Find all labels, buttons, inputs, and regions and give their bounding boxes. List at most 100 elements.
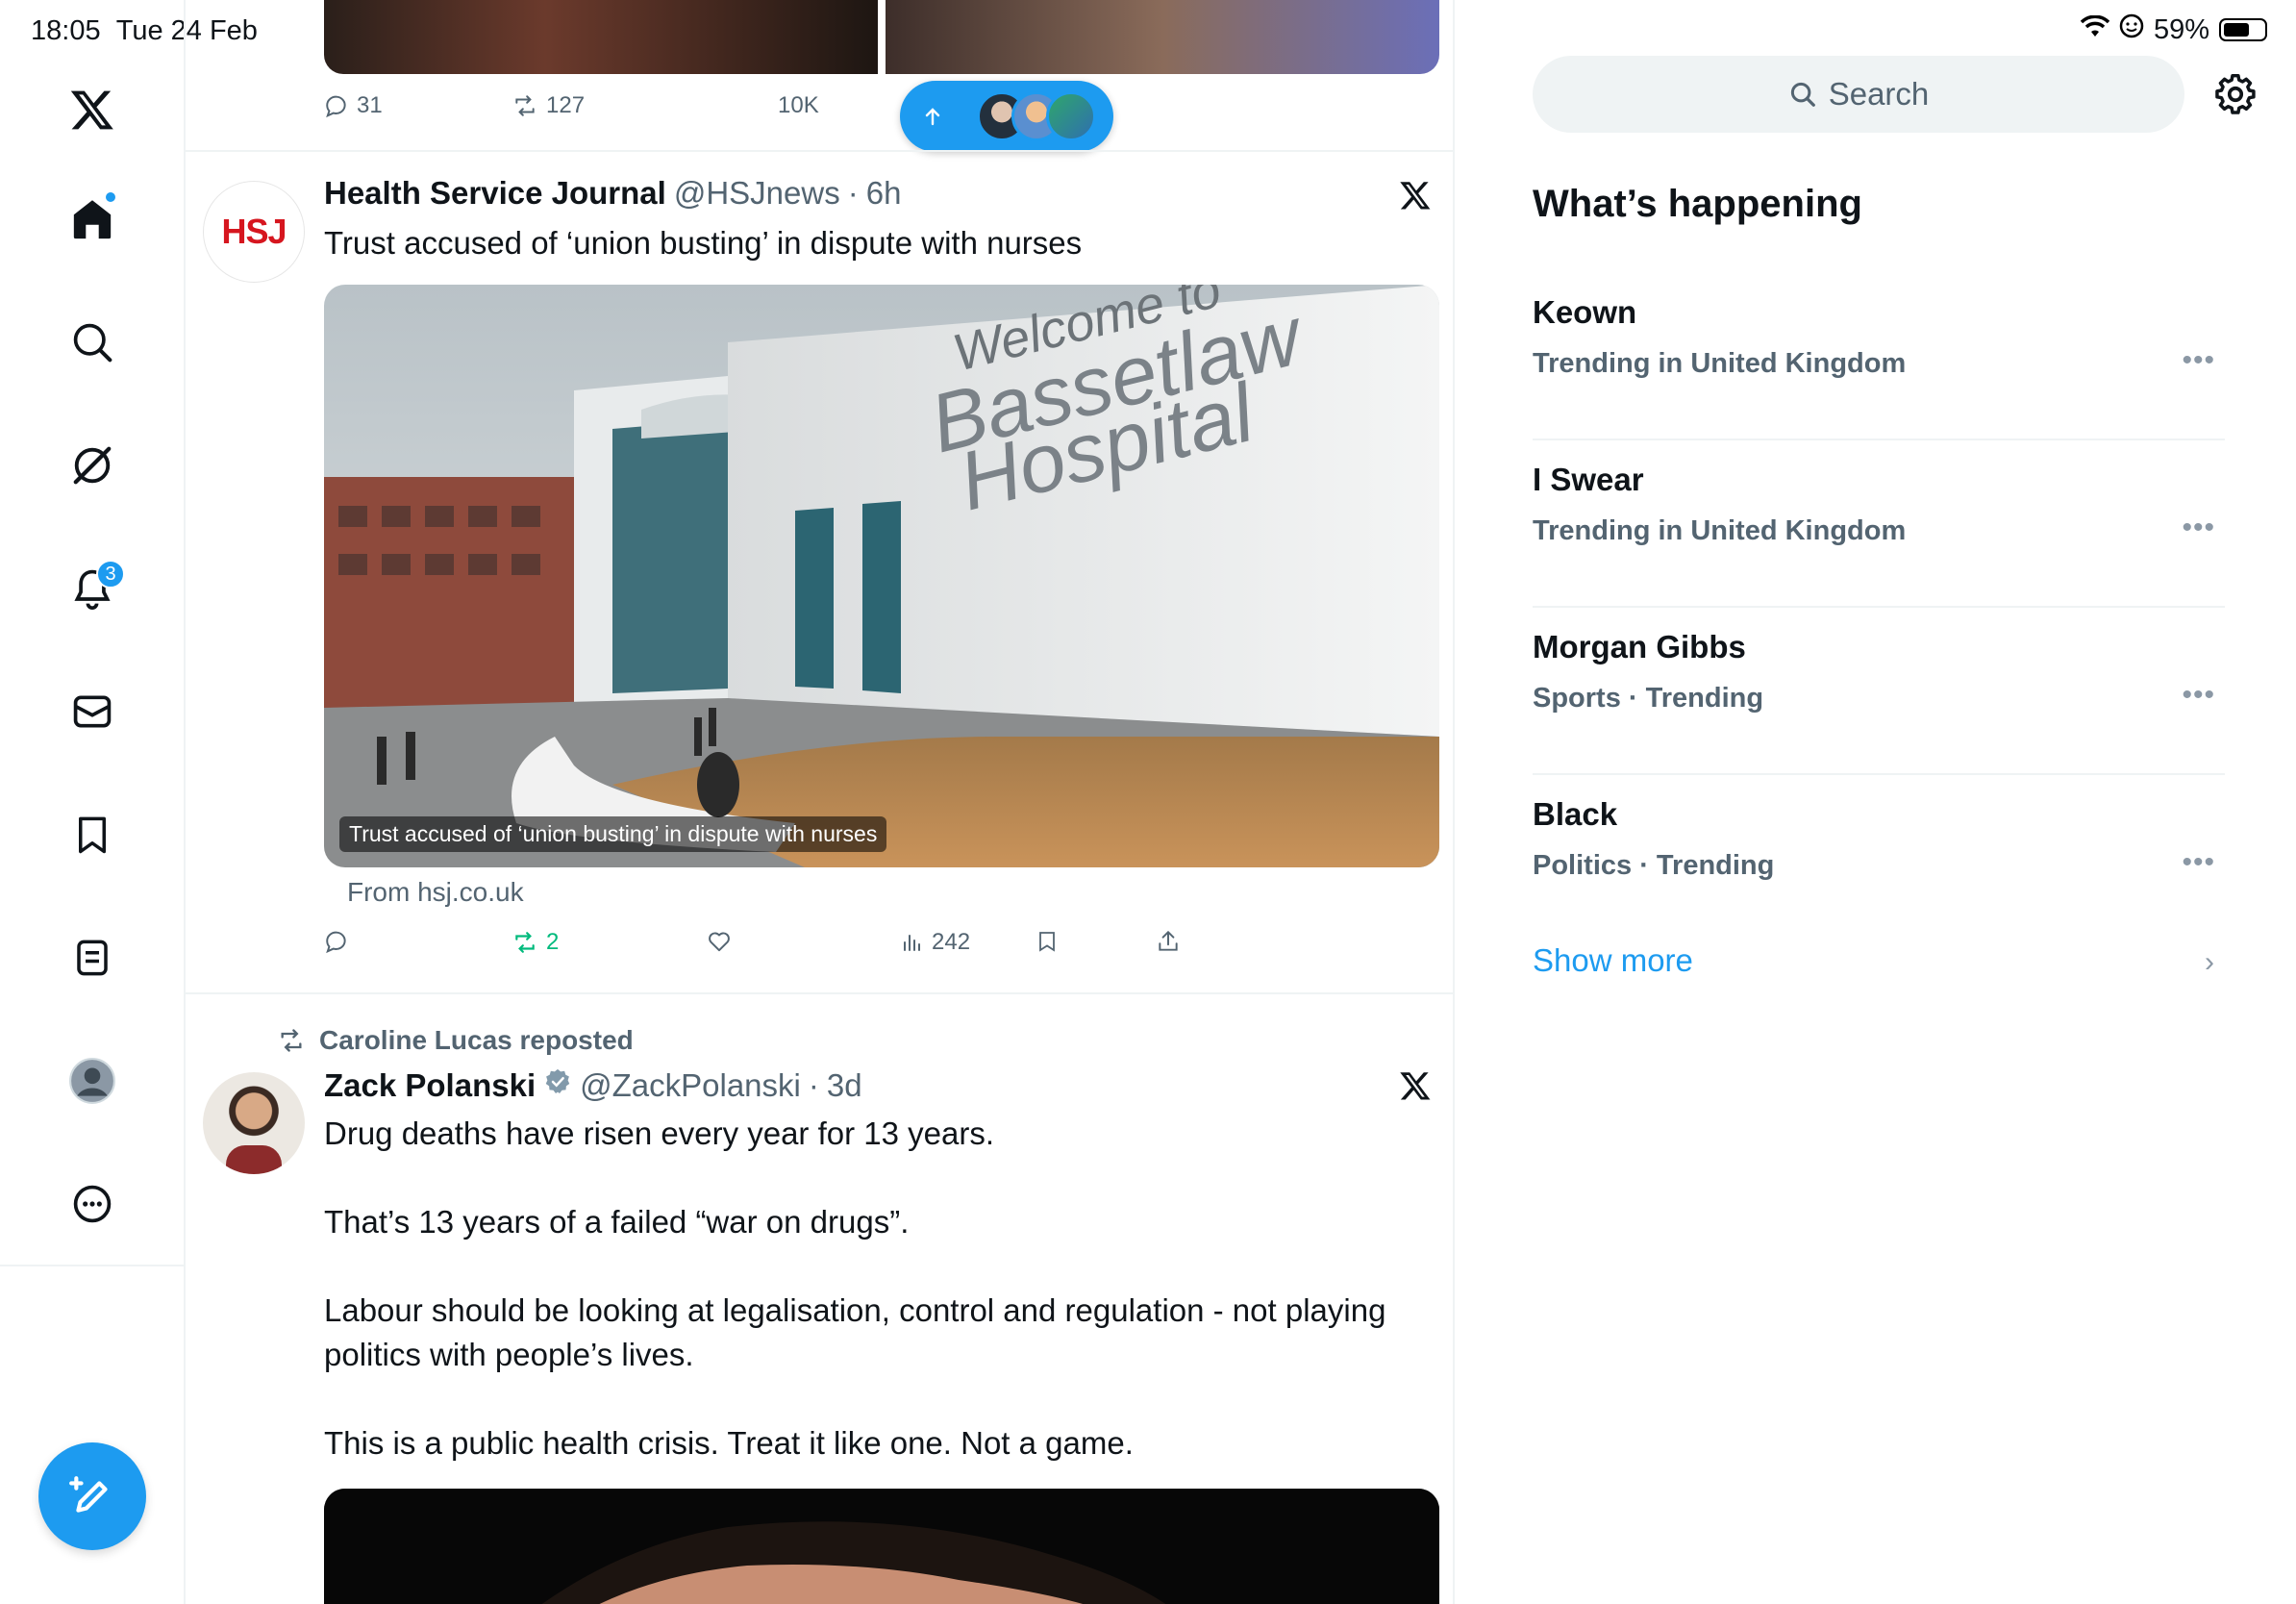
search-placeholder: Search — [1828, 76, 1930, 112]
repost-context[interactable]: Caroline Lucas reposted — [277, 1025, 634, 1056]
search-icon — [73, 323, 112, 363]
sidebar-item-lists[interactable] — [50, 915, 135, 1000]
tweet-text: Trust accused of ‘union busting’ in disp… — [324, 225, 1083, 261]
sidebar-item-profile[interactable] — [50, 1039, 135, 1123]
repost-count: 2 — [546, 929, 560, 955]
search-icon — [1790, 82, 1815, 107]
tweet-time[interactable]: 6h — [866, 175, 902, 212]
new-post-avatar — [1046, 91, 1096, 141]
show-more-link[interactable]: Show more — [1533, 942, 1693, 979]
card-image: Welcome to Bassetlaw Hospital — [324, 285, 1439, 867]
media-image — [324, 1489, 1439, 1604]
heart-icon — [709, 932, 730, 952]
avatar[interactable] — [203, 1072, 305, 1174]
tweet-header: Zack Polanski @ZackPolanski · 3d — [324, 1067, 862, 1104]
right-sidebar: Search What’s happening Keown Trending i… — [1455, 0, 2296, 1604]
more-icon[interactable]: ••• — [2182, 679, 2215, 712]
bookmark-button[interactable] — [1036, 929, 1059, 954]
reply-button[interactable] — [324, 929, 357, 954]
repost-button[interactable]: 2 — [512, 929, 559, 956]
tweet-divider — [186, 150, 1453, 152]
sidebar-item-more[interactable] — [50, 1162, 135, 1246]
lists-icon — [77, 940, 108, 976]
profile-avatar-icon — [69, 1058, 115, 1104]
reposted-by: Caroline Lucas reposted — [319, 1025, 634, 1055]
search-input[interactable]: Search — [1533, 56, 2184, 133]
x-grok-icon[interactable] — [1399, 179, 1432, 216]
new-posts-pill[interactable] — [900, 81, 1113, 152]
media-image[interactable] — [324, 0, 878, 74]
hsj-logo: HSJ — [221, 212, 287, 251]
trend-item[interactable]: Morgan Gibbs Sports · Trending ••• — [1533, 608, 2225, 775]
author-handle[interactable]: @HSJnews — [674, 175, 840, 212]
share-icon — [1159, 930, 1178, 951]
views-icon — [904, 935, 920, 951]
reply-button[interactable]: 31 — [324, 92, 383, 119]
like-button[interactable] — [707, 929, 739, 954]
repost-button[interactable]: 127 — [512, 92, 585, 119]
tweet-paragraph: This is a public health crisis. Treat it… — [324, 1425, 1134, 1461]
views-count: 242 — [932, 929, 971, 955]
sidebar-nav: 3 — [0, 0, 186, 1604]
compose-icon — [69, 1476, 108, 1513]
tweet-header: Health Service Journal @HSJnews · 6h — [324, 175, 901, 212]
sidebar-item-home[interactable] — [50, 177, 135, 262]
chevron-right-icon[interactable]: › — [2205, 946, 2214, 979]
trend-name: Morgan Gibbs — [1533, 629, 1746, 664]
section-title: What’s happening — [1533, 183, 1862, 225]
repost-icon — [281, 1029, 302, 1052]
tweet-photo[interactable] — [324, 1489, 1439, 1604]
trend-name: I Swear — [1533, 462, 1644, 497]
avatar[interactable]: HSJ — [203, 181, 305, 283]
x-grok-icon[interactable] — [1399, 1069, 1432, 1107]
tweet-divider — [186, 992, 1453, 994]
trend-name: Black — [1533, 796, 1618, 832]
more-icon[interactable]: ••• — [2182, 344, 2215, 377]
media-image[interactable] — [886, 0, 1439, 74]
card-caption: Trust accused of ‘union busting’ in disp… — [339, 816, 887, 852]
sidebar-item-messages[interactable] — [50, 669, 135, 754]
grok-icon — [73, 446, 112, 485]
rail-divider — [0, 1265, 186, 1266]
author-name[interactable]: Zack Polanski — [324, 1067, 536, 1104]
views-button[interactable]: 10K — [778, 92, 819, 119]
gear-icon — [2215, 73, 2256, 114]
notifications-badge: 3 — [96, 560, 125, 589]
share-button[interactable] — [1156, 929, 1181, 954]
link-card[interactable]: Welcome to Bassetlaw Hospital Trust accu… — [324, 285, 1439, 867]
previous-tweet-media[interactable] — [324, 0, 1439, 74]
repost-icon — [515, 932, 535, 953]
separator-dot: · — [847, 175, 859, 211]
sidebar-item-grok[interactable] — [50, 423, 135, 508]
tweet-actions: 2 242 — [324, 929, 1285, 967]
trend-context: Trending in United Kingdom — [1533, 348, 1907, 379]
sidebar-item-notifications[interactable]: 3 — [50, 546, 135, 631]
x-logo-icon[interactable] — [50, 67, 135, 152]
trend-item[interactable]: I Swear Trending in United Kingdom ••• — [1533, 440, 2225, 608]
trend-item[interactable]: Keown Trending in United Kingdom ••• — [1533, 273, 2225, 440]
author-name[interactable]: Health Service Journal — [324, 175, 666, 212]
more-icon[interactable]: ••• — [2182, 846, 2215, 879]
previous-tweet-actions: 31 127 10K — [324, 92, 1285, 131]
views-button[interactable]: 242 — [901, 929, 970, 956]
sidebar-item-explore[interactable] — [50, 300, 135, 385]
arrow-up-icon — [925, 108, 940, 126]
compose-button[interactable] — [38, 1442, 146, 1550]
settings-button[interactable] — [2214, 73, 2257, 120]
tweet-paragraph: That’s 13 years of a failed “war on drug… — [324, 1204, 910, 1240]
timeline[interactable]: 31 127 10K HSJ Health Service Journal @H… — [186, 0, 1455, 1604]
repost-count: 127 — [546, 92, 586, 118]
home-icon — [73, 200, 112, 239]
trend-name: Keown — [1533, 294, 1637, 330]
author-handle[interactable]: @ZackPolanski — [580, 1067, 801, 1104]
tweet-paragraph: Labour should be looking at legalisation… — [324, 1292, 1386, 1372]
sidebar-item-bookmarks[interactable] — [50, 792, 135, 877]
more-icon[interactable]: ••• — [2182, 512, 2215, 544]
trend-context: Trending in United Kingdom — [1533, 515, 1907, 546]
bookmark-icon — [79, 816, 106, 854]
tweet-paragraph: Drug deaths have risen every year for 13… — [324, 1115, 995, 1151]
verified-badge-icon — [543, 1067, 572, 1104]
trend-item[interactable]: Black Politics · Trending ••• — [1533, 775, 2225, 942]
card-source[interactable]: From hsj.co.uk — [347, 877, 524, 908]
tweet-time[interactable]: 3d — [827, 1067, 862, 1104]
